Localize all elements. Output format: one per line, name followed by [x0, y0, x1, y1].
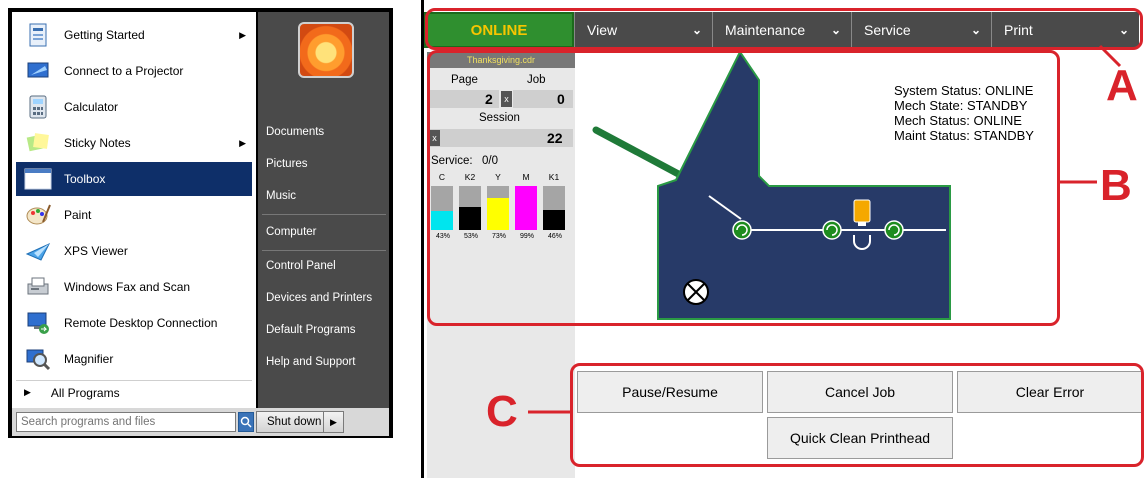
callout-a-box [425, 8, 1143, 50]
program-label: Calculator [64, 100, 119, 114]
program-fax-scan[interactable]: Windows Fax and Scan [16, 270, 252, 304]
start-menu: Getting Started ▶ Connect to a Projector… [8, 8, 393, 438]
chevron-right-icon[interactable]: ▶ [323, 412, 343, 432]
link-pictures[interactable]: Pictures [266, 158, 308, 170]
search-input[interactable] [16, 412, 236, 432]
link-computer[interactable]: Computer [266, 226, 317, 238]
program-label: Windows Fax and Scan [64, 280, 191, 294]
program-label: XPS Viewer [64, 244, 128, 258]
program-label: Toolbox [64, 172, 106, 186]
shutdown-label: Shut down [267, 416, 322, 428]
printer-manager: ONLINE View ⌄ Maintenance ⌄ Service ⌄ Pr… [421, 0, 1146, 478]
link-default-programs[interactable]: Default Programs [266, 324, 355, 336]
start-menu-places-pane: Documents Pictures Music Computer Contro… [258, 12, 389, 408]
start-menu-footer: Shut down ▶ [12, 408, 389, 436]
program-xps-viewer[interactable]: XPS Viewer [16, 234, 252, 268]
toolbox-icon [24, 165, 52, 193]
submenu-arrow-icon: ▶ [239, 29, 246, 40]
link-devices-printers[interactable]: Devices and Printers [266, 292, 372, 304]
callout-c-leader [528, 410, 570, 414]
expand-arrow-icon: ▶ [24, 387, 31, 397]
all-programs-item[interactable]: ▶ All Programs [16, 380, 252, 404]
shutdown-button[interactable]: Shut down ▶ [256, 411, 344, 433]
fax-scan-icon [24, 273, 52, 301]
callout-b-box [427, 50, 1060, 326]
program-label: Remote Desktop Connection [64, 316, 218, 330]
program-label: Sticky Notes [64, 136, 131, 150]
separator [262, 250, 386, 251]
callout-b-label: B [1100, 161, 1132, 210]
callout-b-leader [1059, 180, 1097, 184]
projector-icon [24, 57, 52, 85]
program-magnifier[interactable]: Magnifier [16, 342, 252, 376]
callout-c-label: C [486, 387, 518, 436]
program-label: Connect to a Projector [64, 64, 184, 78]
program-toolbox[interactable]: Toolbox [16, 162, 252, 196]
program-paint[interactable]: Paint [16, 198, 252, 232]
remote-desktop-icon [24, 309, 52, 337]
link-control-panel[interactable]: Control Panel [266, 260, 336, 272]
program-label: Getting Started [64, 28, 145, 42]
xps-viewer-icon [24, 237, 52, 265]
link-music[interactable]: Music [266, 190, 296, 202]
program-label: Paint [64, 208, 92, 222]
program-getting-started[interactable]: Getting Started ▶ [16, 18, 252, 52]
link-help-support[interactable]: Help and Support [266, 356, 356, 368]
calculator-icon [24, 93, 52, 121]
sticky-notes-icon [24, 129, 52, 157]
callout-a-label: A [1106, 61, 1138, 110]
program-sticky-notes[interactable]: Sticky Notes ▶ [16, 126, 252, 160]
program-calculator[interactable]: Calculator [16, 90, 252, 124]
getting-started-icon [24, 21, 52, 49]
callout-c-box [570, 363, 1144, 467]
user-avatar[interactable] [298, 22, 354, 78]
all-programs-label: All Programs [50, 385, 120, 400]
paint-icon [24, 201, 52, 229]
submenu-arrow-icon: ▶ [239, 137, 246, 148]
magnifier-icon [24, 345, 52, 373]
program-label: Magnifier [64, 352, 114, 366]
separator [262, 214, 386, 215]
link-documents[interactable]: Documents [266, 126, 324, 138]
start-menu-programs-pane: Getting Started ▶ Connect to a Projector… [12, 12, 256, 408]
search-icon[interactable] [238, 412, 254, 432]
program-connect-projector[interactable]: Connect to a Projector [16, 54, 252, 88]
program-remote-desktop[interactable]: Remote Desktop Connection [16, 306, 252, 340]
